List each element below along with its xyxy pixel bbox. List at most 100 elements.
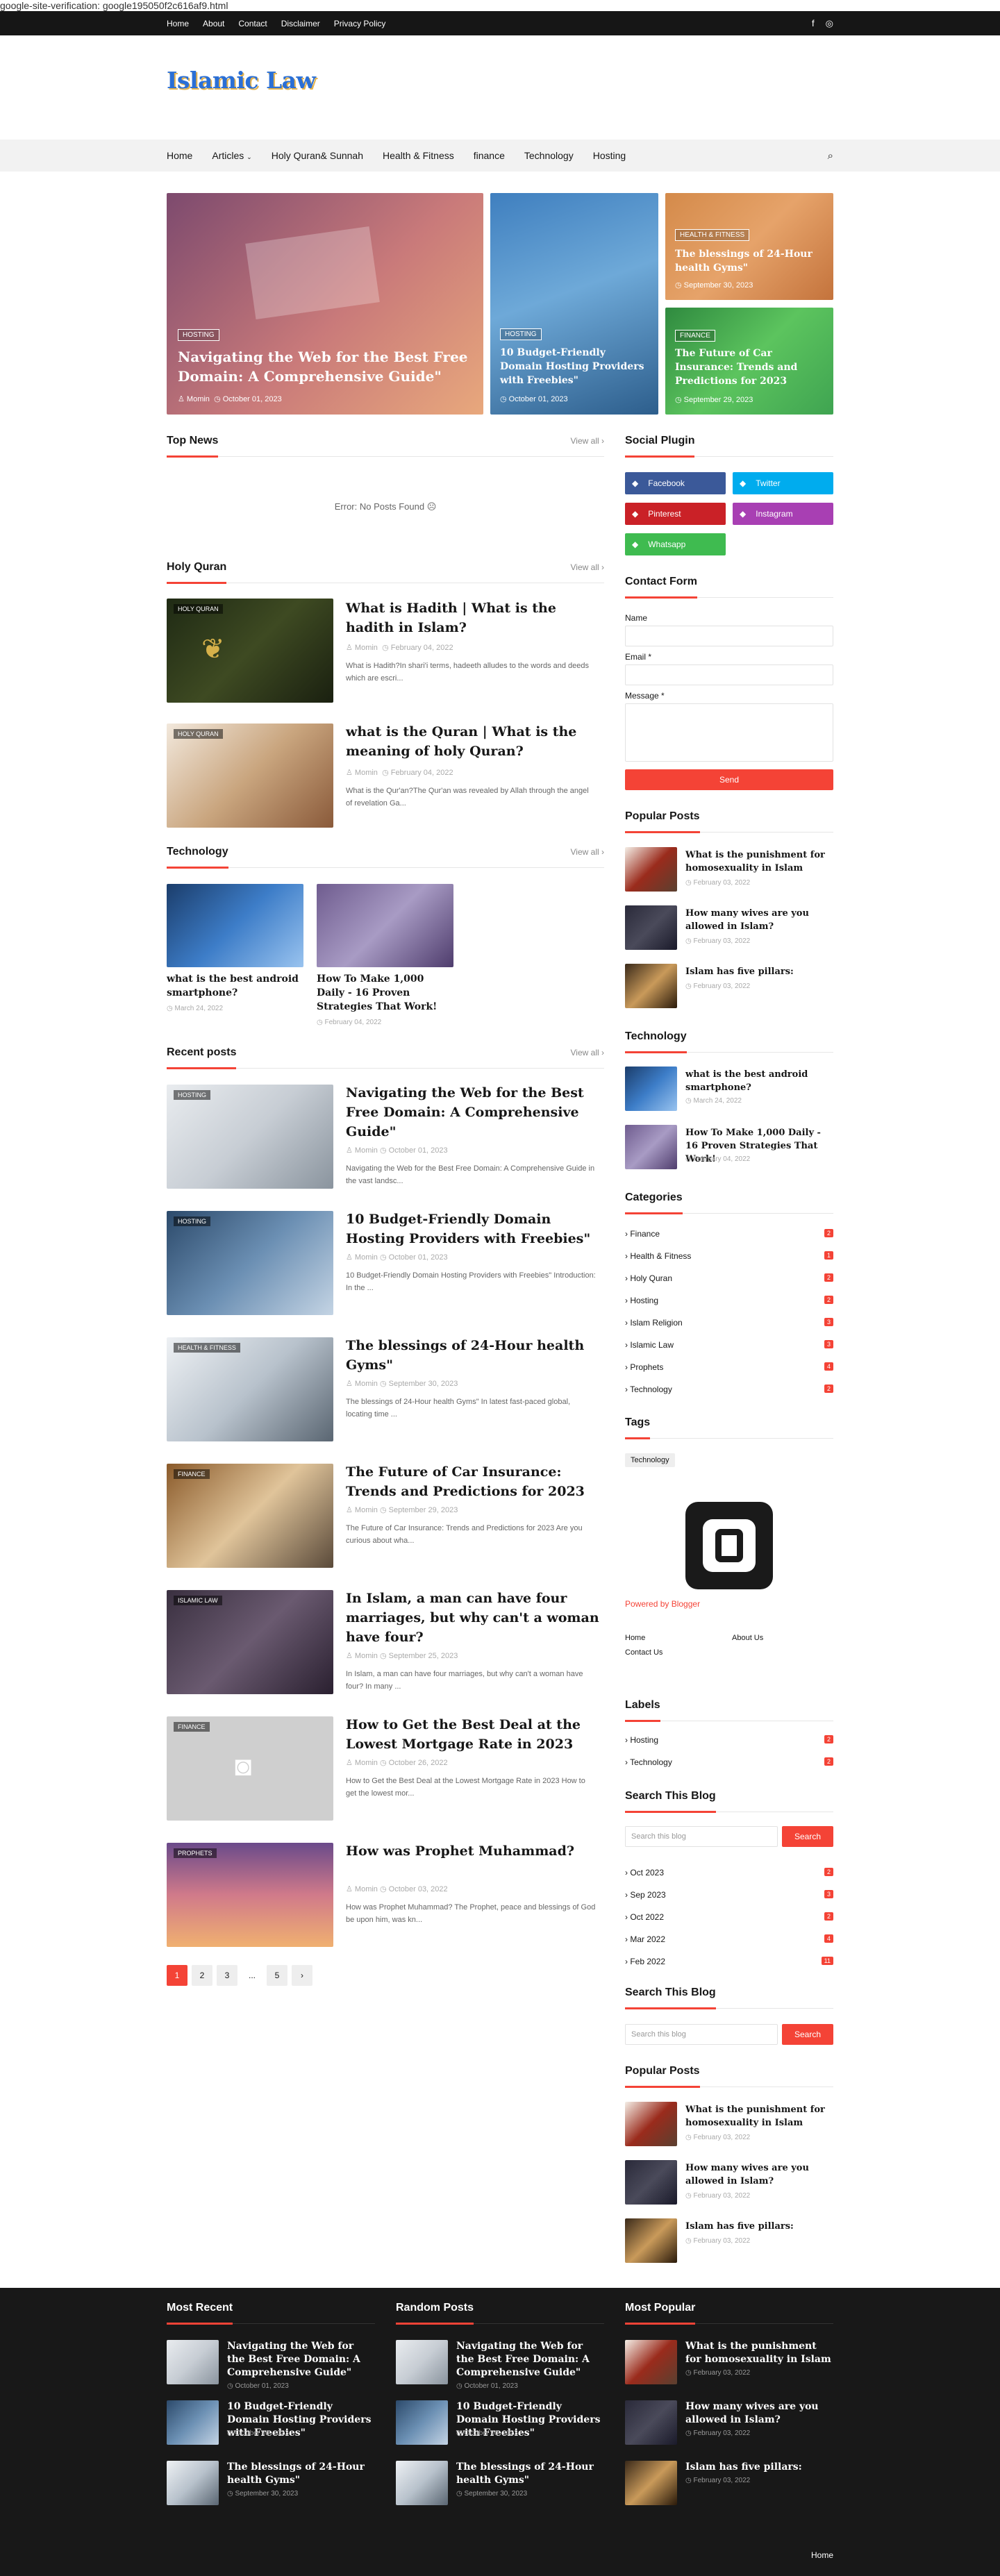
social-whatsapp-button[interactable]: ◆ Whatsapp	[625, 533, 726, 555]
post-title[interactable]: How many wives are you allowed in Islam?	[685, 2161, 831, 2188]
archive-item[interactable]: › Oct 2022 2	[625, 1912, 833, 1923]
post-title[interactable]: How to Get the Best Deal at the Lowest M…	[346, 1715, 603, 1754]
archive-item[interactable]: › Feb 2022 11	[625, 1957, 833, 1968]
post-title[interactable]: The blessings of 24-Hour health Gyms"	[346, 1336, 603, 1375]
search-button[interactable]: Search	[782, 2024, 833, 2045]
instagram-icon[interactable]: ◎	[826, 18, 833, 29]
post-title[interactable]: What is the punishment for homosexuality…	[685, 848, 831, 875]
tag-chip[interactable]: Technology	[625, 1453, 675, 1467]
featured-title[interactable]: The Future of Car Insurance: Trends and …	[675, 346, 824, 388]
archive-item[interactable]: › Mar 2022 4	[625, 1934, 833, 1946]
post-thumbnail[interactable]	[625, 964, 677, 1008]
top-link-disclaimer[interactable]: Disclaimer	[281, 19, 320, 28]
send-button[interactable]: Send	[625, 769, 833, 790]
view-all-link[interactable]: View all ›	[571, 1048, 604, 1057]
social-twitter-button[interactable]: ◆ Twitter	[733, 472, 833, 494]
pagination-page-1[interactable]: 1	[167, 1965, 188, 1986]
email-field[interactable]	[625, 664, 833, 685]
category-item[interactable]: › Islam Religion 3	[625, 1318, 833, 1329]
powered-by-blogger[interactable]: Powered by Blogger	[625, 1599, 700, 1609]
view-all-link[interactable]: View all ›	[571, 436, 604, 446]
featured-2[interactable]: HOSTING 10 Budget-Friendly Domain Hostin…	[490, 193, 658, 415]
post-thumbnail[interactable]	[167, 884, 303, 967]
facebook-icon[interactable]: f	[812, 18, 815, 29]
post-thumbnail[interactable]	[167, 2400, 219, 2445]
post-title[interactable]: what is the best android smartphone?	[167, 972, 302, 1000]
post-thumbnail[interactable]	[625, 2400, 677, 2445]
post-title[interactable]: The blessings of 24-Hour health Gyms"	[456, 2461, 602, 2487]
pagination-next[interactable]: ›	[292, 1965, 312, 1986]
search-icon[interactable]: ⌕	[828, 150, 833, 162]
post-thumbnail[interactable]: HOLY QURAN	[167, 724, 333, 828]
category-item[interactable]: › Finance 2	[625, 1229, 833, 1240]
pagination-page-2[interactable]: 2	[192, 1965, 212, 1986]
nav-home[interactable]: Home	[167, 150, 192, 161]
post-thumbnail[interactable]	[625, 2160, 677, 2205]
post-title[interactable]: The blessings of 24-Hour health Gyms"	[227, 2461, 373, 2487]
post-thumbnail[interactable]	[167, 2461, 219, 2505]
footer-home-link[interactable]: Home	[811, 2550, 833, 2560]
post-thumbnail[interactable]	[625, 1067, 677, 1111]
post-thumbnail[interactable]	[317, 884, 453, 967]
top-link-privacy[interactable]: Privacy Policy	[334, 19, 386, 28]
nav-finance[interactable]: finance	[474, 150, 505, 161]
post-title[interactable]: How was Prophet Muhammad?	[346, 1841, 603, 1861]
post-thumbnail[interactable]: FINANCE	[167, 1464, 333, 1568]
label-item[interactable]: › Hosting 2	[625, 1735, 833, 1746]
archive-item[interactable]: › Sep 2023 3	[625, 1890, 833, 1901]
post-thumbnail[interactable]	[167, 2340, 219, 2384]
category-item[interactable]: › Technology 2	[625, 1385, 833, 1396]
featured-title[interactable]: The blessings of 24-Hour health Gyms"	[675, 247, 824, 275]
featured-title[interactable]: 10 Budget-Friendly Domain Hosting Provid…	[500, 346, 649, 387]
nav-hosting[interactable]: Hosting	[593, 150, 626, 161]
category-item[interactable]: › Health & Fitness 1	[625, 1251, 833, 1262]
post-title[interactable]: What is the punishment for homosexuality…	[685, 2340, 831, 2366]
search-input[interactable]: Search this blog	[625, 1826, 778, 1847]
post-thumbnail[interactable]	[625, 905, 677, 950]
social-instagram-button[interactable]: ◆ Instagram	[733, 503, 833, 525]
post-thumbnail[interactable]	[396, 2461, 448, 2505]
post-title[interactable]: 10 Budget-Friendly Domain Hosting Provid…	[346, 1210, 603, 1248]
featured-main[interactable]: HOSTING Navigating the Web for the Best …	[167, 193, 483, 415]
name-field[interactable]	[625, 626, 833, 646]
top-link-about[interactable]: About	[203, 19, 224, 28]
label-item[interactable]: › Technology 2	[625, 1757, 833, 1768]
archive-item[interactable]: › Oct 2023 2	[625, 1868, 833, 1879]
featured-3[interactable]: HEALTH & FITNESS The blessings of 24-Hou…	[665, 193, 833, 300]
category-item[interactable]: › Prophets 4	[625, 1362, 833, 1373]
post-thumbnail[interactable]: PROPHETS	[167, 1843, 333, 1947]
post-title[interactable]: What is Hadith | What is the hadith in I…	[346, 599, 603, 637]
search-button[interactable]: Search	[782, 1826, 833, 1847]
search-input[interactable]: Search this blog	[625, 2024, 778, 2045]
post-title[interactable]: Islam has five pillars:	[685, 2220, 831, 2233]
post-thumbnail[interactable]: FINANCE ◙	[167, 1716, 333, 1821]
post-title[interactable]: How many wives are you allowed in Islam?	[685, 907, 831, 933]
post-title[interactable]: Navigating the Web for the Best Free Dom…	[346, 1083, 603, 1141]
post-thumbnail[interactable]	[396, 2400, 448, 2445]
post-title[interactable]: what is the Quran | What is the meaning …	[346, 722, 603, 761]
post-thumbnail[interactable]	[625, 2218, 677, 2263]
post-title[interactable]: Navigating the Web for the Best Free Dom…	[227, 2340, 373, 2380]
post-title[interactable]: What is the punishment for homosexuality…	[685, 2103, 831, 2130]
message-field[interactable]	[625, 703, 833, 762]
post-thumbnail[interactable]	[625, 1125, 677, 1169]
social-pinterest-button[interactable]: ◆ Pinterest	[625, 503, 726, 525]
post-title[interactable]: How To Make 1,000 Daily - 16 Proven Stra…	[317, 972, 452, 1014]
view-all-link[interactable]: View all ›	[571, 847, 604, 857]
nav-articles[interactable]: Articles ⌄	[212, 150, 251, 161]
view-all-link[interactable]: View all ›	[571, 562, 604, 572]
blogger-link-about[interactable]: About Us	[732, 1634, 763, 1642]
post-title[interactable]: In Islam, a man can have four marriages,…	[346, 1589, 603, 1647]
nav-health[interactable]: Health & Fitness	[383, 150, 454, 161]
pagination-page-3[interactable]: 3	[217, 1965, 238, 1986]
post-thumbnail[interactable]	[625, 2102, 677, 2146]
post-thumbnail[interactable]: HEALTH & FITNESS	[167, 1337, 333, 1441]
post-thumbnail[interactable]	[396, 2340, 448, 2384]
top-link-contact[interactable]: Contact	[238, 19, 267, 28]
category-item[interactable]: › Hosting 2	[625, 1296, 833, 1307]
post-thumbnail[interactable]	[625, 847, 677, 892]
post-thumbnail[interactable]	[625, 2340, 677, 2384]
category-item[interactable]: › Holy Quran 2	[625, 1273, 833, 1285]
nav-holy-quran[interactable]: Holy Quran& Sunnah	[272, 150, 363, 161]
post-thumbnail[interactable]: HOSTING	[167, 1085, 333, 1189]
